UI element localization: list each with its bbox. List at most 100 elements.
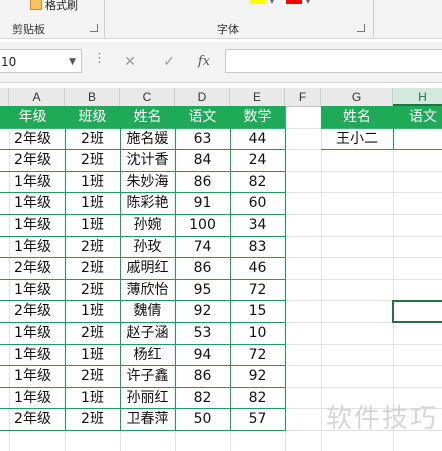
- active-cell-selection[interactable]: [392, 300, 442, 323]
- table-cell[interactable]: 84: [175, 149, 231, 172]
- table-cell[interactable]: 2年级: [0, 300, 66, 323]
- table-cell[interactable]: 许子鑫: [120, 365, 176, 388]
- lookup-cell[interactable]: [393, 128, 442, 150]
- table-cell[interactable]: 1年级: [0, 365, 66, 388]
- table-cell[interactable]: 86: [175, 257, 231, 280]
- table-cell[interactable]: 83: [230, 236, 286, 258]
- column-header-c[interactable]: C: [120, 88, 175, 106]
- table-cell[interactable]: 1班: [65, 171, 121, 193]
- table-header-cell[interactable]: 班级: [65, 106, 121, 129]
- table-cell[interactable]: 2班: [65, 365, 121, 388]
- table-cell[interactable]: 2班: [65, 408, 121, 431]
- insert-function-icon[interactable]: fx: [192, 50, 216, 74]
- lookup-cell[interactable]: 王小二: [321, 128, 394, 150]
- table-cell[interactable]: 2年级: [0, 149, 66, 172]
- row-header-corner[interactable]: [0, 88, 9, 106]
- table-cell[interactable]: 孙玫: [120, 236, 176, 258]
- column-header-e[interactable]: E: [230, 88, 285, 106]
- table-cell[interactable]: 46: [230, 257, 286, 280]
- table-cell[interactable]: 2班: [65, 322, 121, 345]
- table-cell[interactable]: 86: [175, 171, 231, 193]
- table-cell[interactable]: 1班: [65, 192, 121, 215]
- highlight-dropdown-icon[interactable]: ▾: [270, 0, 274, 6]
- table-cell[interactable]: 50: [175, 408, 231, 431]
- table-cell[interactable]: 82: [230, 387, 286, 409]
- table-header-cell[interactable]: 数学: [230, 106, 286, 129]
- table-cell[interactable]: 1年级: [0, 322, 66, 345]
- table-cell[interactable]: 82: [175, 387, 231, 409]
- table-cell[interactable]: 92: [230, 365, 286, 388]
- table-cell[interactable]: 1年级: [0, 387, 66, 409]
- table-cell[interactable]: 1班: [65, 214, 121, 237]
- table-cell[interactable]: 53: [175, 322, 231, 345]
- cancel-icon[interactable]: ✕: [118, 50, 142, 74]
- table-cell[interactable]: 15: [230, 300, 286, 323]
- table-cell[interactable]: 施名媛: [120, 128, 176, 150]
- table-cell[interactable]: 72: [230, 279, 286, 301]
- table-header-cell[interactable]: 年级: [0, 106, 66, 129]
- table-header-cell[interactable]: 姓名: [120, 106, 176, 129]
- table-cell[interactable]: 1班: [65, 344, 121, 366]
- column-header-d[interactable]: D: [175, 88, 230, 106]
- table-cell[interactable]: 赵子涵: [120, 322, 176, 345]
- lookup-header-cell[interactable]: 语文: [393, 106, 442, 129]
- table-cell[interactable]: 2年级: [0, 408, 66, 431]
- table-cell[interactable]: 陈彩艳: [120, 192, 176, 215]
- column-header-h[interactable]: H: [393, 88, 442, 106]
- table-cell[interactable]: 2班: [65, 128, 121, 150]
- table-cell[interactable]: 卫春萍: [120, 408, 176, 431]
- table-cell[interactable]: 91: [175, 192, 231, 215]
- table-cell[interactable]: 63: [175, 128, 231, 150]
- table-cell[interactable]: 86: [175, 365, 231, 388]
- table-cell[interactable]: 2班: [65, 257, 121, 280]
- table-cell[interactable]: 2年级: [0, 257, 66, 280]
- table-header-cell[interactable]: 语文: [175, 106, 231, 129]
- format-painter-button[interactable]: 格式刷: [30, 0, 78, 13]
- font-color-dropdown-icon[interactable]: ▾: [306, 0, 310, 6]
- font-color-swatch[interactable]: [286, 0, 302, 4]
- table-cell[interactable]: 95: [175, 279, 231, 301]
- name-box[interactable]: 10 ▼: [0, 49, 82, 73]
- table-cell[interactable]: 24: [230, 149, 286, 172]
- formula-input[interactable]: [225, 49, 442, 73]
- column-header-f[interactable]: F: [285, 88, 321, 106]
- table-cell[interactable]: 1班: [65, 300, 121, 323]
- table-cell[interactable]: 1年级: [0, 279, 66, 301]
- table-cell[interactable]: 孙婉: [120, 214, 176, 237]
- table-cell[interactable]: 1年级: [0, 344, 66, 366]
- table-cell[interactable]: 1年级: [0, 214, 66, 237]
- table-cell[interactable]: 57: [230, 408, 286, 431]
- table-cell[interactable]: 2班: [65, 279, 121, 301]
- table-cell[interactable]: 魏倩: [120, 300, 176, 323]
- column-header-g[interactable]: G: [321, 88, 393, 106]
- table-cell[interactable]: 94: [175, 344, 231, 366]
- more-options-icon[interactable]: ⋮: [93, 52, 106, 65]
- table-cell[interactable]: 82: [230, 171, 286, 193]
- clipboard-launcher-icon[interactable]: [90, 24, 98, 32]
- highlight-color-swatch[interactable]: [250, 0, 266, 4]
- table-cell[interactable]: 44: [230, 128, 286, 150]
- table-cell[interactable]: 1年级: [0, 171, 66, 193]
- enter-icon[interactable]: ✓: [157, 50, 181, 74]
- table-cell[interactable]: 74: [175, 236, 231, 258]
- table-cell[interactable]: 60: [230, 192, 286, 215]
- table-cell[interactable]: 100: [175, 214, 231, 237]
- chevron-down-icon[interactable]: ▼: [69, 50, 76, 74]
- table-cell[interactable]: 2年级: [0, 128, 66, 150]
- column-header-b[interactable]: B: [65, 88, 120, 106]
- table-cell[interactable]: 孙丽红: [120, 387, 176, 409]
- table-cell[interactable]: 沈计香: [120, 149, 176, 172]
- table-cell[interactable]: 朱妙海: [120, 171, 176, 193]
- table-cell[interactable]: 1班: [65, 387, 121, 409]
- table-cell[interactable]: 10: [230, 322, 286, 345]
- column-header-a[interactable]: A: [9, 88, 65, 106]
- table-cell[interactable]: 1年级: [0, 192, 66, 215]
- table-cell[interactable]: 92: [175, 300, 231, 323]
- table-cell[interactable]: 薄欣怡: [120, 279, 176, 301]
- table-cell[interactable]: 2班: [65, 236, 121, 258]
- table-cell[interactable]: 戚明红: [120, 257, 176, 280]
- table-cell[interactable]: 72: [230, 344, 286, 366]
- font-launcher-icon[interactable]: [357, 24, 365, 32]
- table-cell[interactable]: 2班: [65, 149, 121, 172]
- table-cell[interactable]: 1年级: [0, 236, 66, 258]
